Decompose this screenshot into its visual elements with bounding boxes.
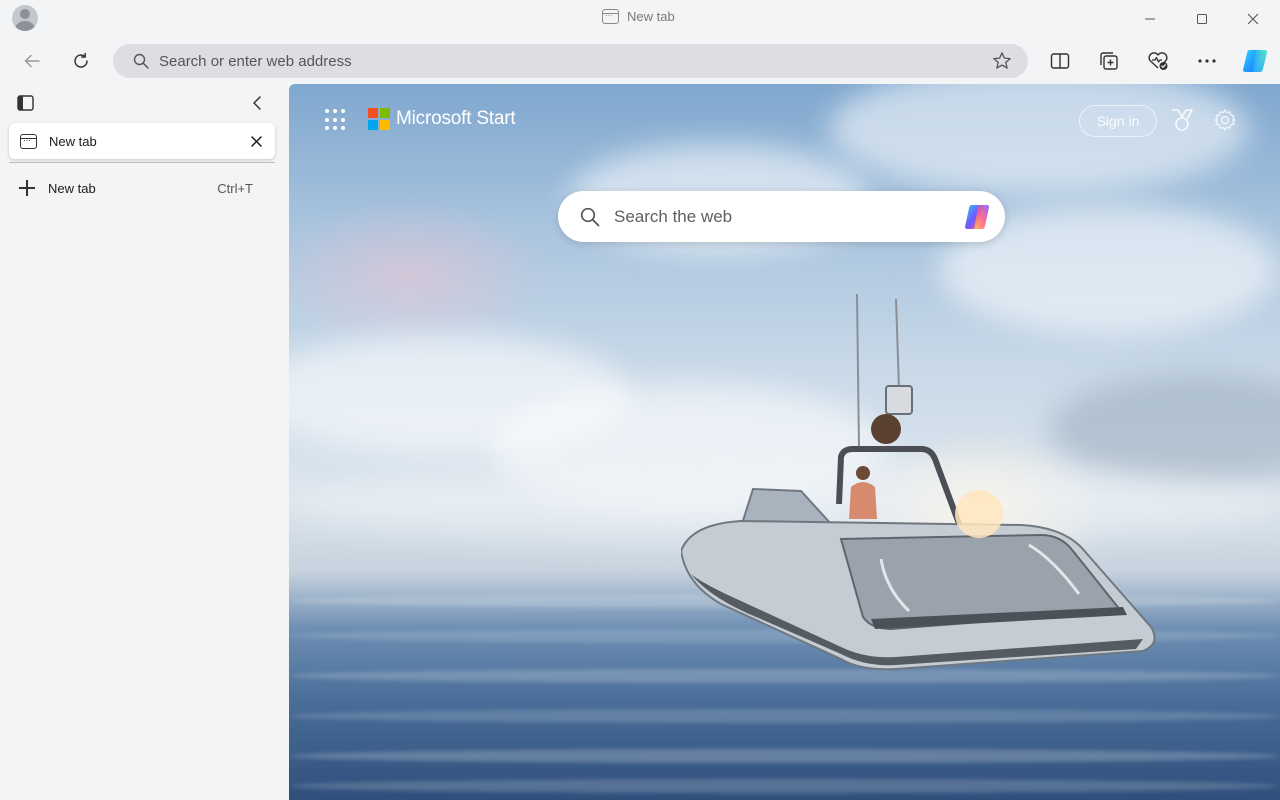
vertical-tabs-header <box>10 90 274 116</box>
vertical-tabs-pane: New tab New tab Ctrl+T <box>0 84 288 800</box>
tab-icon <box>602 9 619 24</box>
speedboat-image <box>681 293 1156 671</box>
search-icon <box>133 53 149 69</box>
maximize-icon <box>1197 14 1207 24</box>
close-window-button[interactable] <box>1233 5 1273 33</box>
rewards-icon <box>1172 109 1193 131</box>
window-title-text: New tab <box>627 9 675 24</box>
brand-text: Microsoft Start <box>396 108 516 129</box>
favorite-star-icon[interactable] <box>992 51 1012 71</box>
maximize-button[interactable] <box>1182 5 1222 33</box>
address-input[interactable] <box>149 44 992 78</box>
split-screen-button[interactable] <box>1043 44 1077 78</box>
close-tab-button[interactable] <box>246 131 266 151</box>
microsoft-logo <box>368 108 390 130</box>
new-tab-label: New tab <box>48 180 96 196</box>
title-bar: New tab <box>0 0 1280 38</box>
new-tab-shortcut: Ctrl+T <box>217 180 253 196</box>
collections-button[interactable] <box>1092 44 1126 78</box>
copilot-icon <box>1243 49 1268 72</box>
window-title: New tab <box>602 9 675 24</box>
page-settings-button[interactable] <box>1211 106 1239 134</box>
search-icon <box>580 207 600 227</box>
back-button[interactable] <box>15 44 49 78</box>
rewards-button[interactable] <box>1168 106 1196 134</box>
tab-label: New tab <box>49 133 97 149</box>
close-icon <box>1247 13 1259 25</box>
more-button[interactable] <box>1190 44 1224 78</box>
plus-icon <box>19 180 35 196</box>
collections-icon <box>1100 52 1118 70</box>
browser-essentials-icon <box>1148 52 1168 70</box>
microsoft-start-brand[interactable]: Microsoft Start <box>368 108 516 130</box>
new-tab-button[interactable]: New tab Ctrl+T <box>9 173 275 203</box>
close-tab-icon <box>250 135 262 147</box>
profile-avatar[interactable] <box>12 5 38 31</box>
tab-divider <box>9 162 275 163</box>
tab-new-tab[interactable]: New tab <box>9 123 275 159</box>
tab-icon <box>20 133 37 149</box>
minimize-button[interactable] <box>1130 5 1170 33</box>
new-tab-page: Microsoft Start Sign in <box>289 84 1280 800</box>
collapse-chevron-icon[interactable] <box>250 95 264 111</box>
web-search-input[interactable] <box>600 191 961 242</box>
vertical-tabs-icon[interactable] <box>17 95 34 111</box>
refresh-icon <box>74 52 88 68</box>
settings-gear-icon <box>1214 109 1236 131</box>
more-icon <box>1198 59 1216 63</box>
web-search-box[interactable] <box>558 191 1005 242</box>
copilot-icon[interactable] <box>961 201 993 233</box>
browser-essentials-button[interactable] <box>1141 44 1175 78</box>
app-launcher-icon <box>325 109 329 113</box>
sign-in-button[interactable]: Sign in <box>1079 105 1157 137</box>
split-screen-icon <box>1050 53 1070 69</box>
toolbar <box>0 38 1280 84</box>
app-launcher-button[interactable] <box>325 109 347 131</box>
refresh-button[interactable] <box>64 44 98 78</box>
back-arrow-icon <box>24 54 40 68</box>
minimize-icon <box>1145 18 1155 20</box>
copilot-button[interactable] <box>1238 44 1272 78</box>
address-bar[interactable] <box>113 44 1028 78</box>
